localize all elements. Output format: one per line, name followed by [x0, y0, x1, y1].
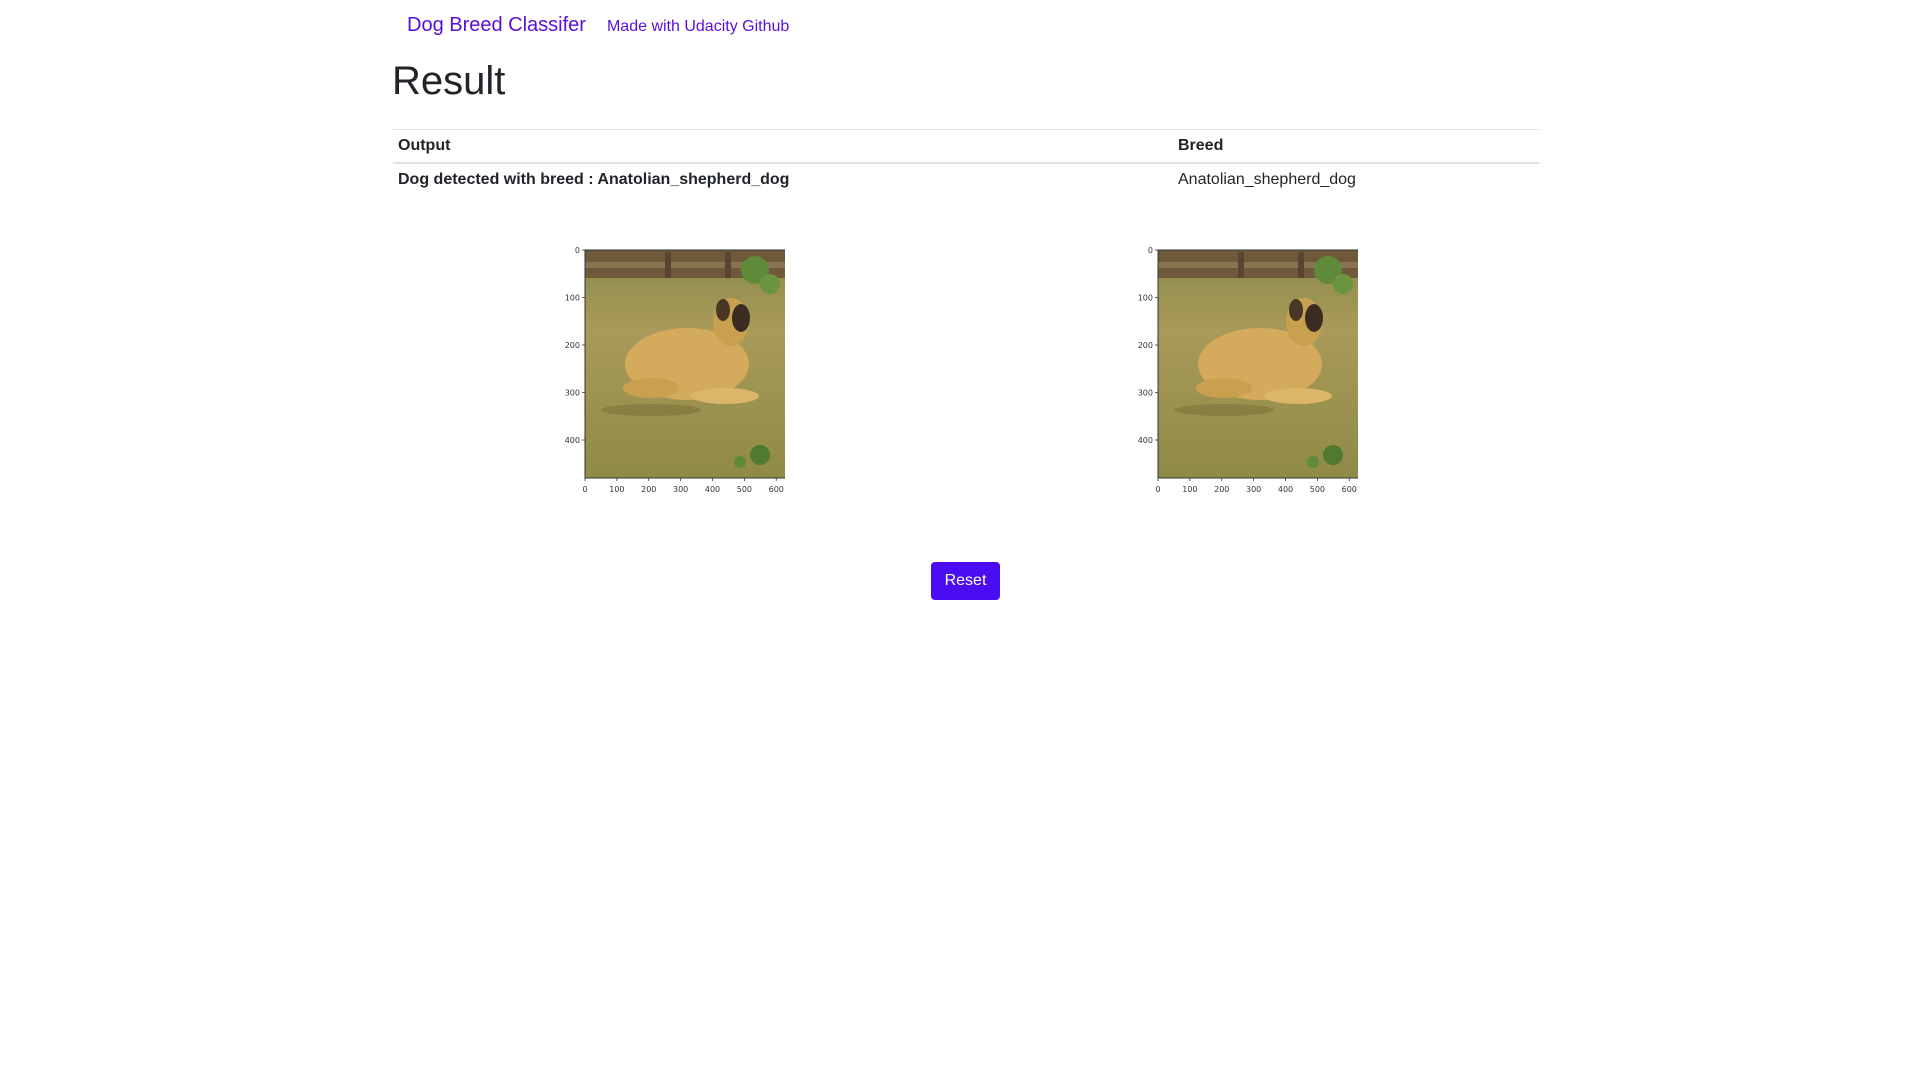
y-axis-ticks: 0 100 200 300 400 [1138, 246, 1158, 445]
x-tick-label: 200 [1214, 485, 1229, 494]
y-tick-label: 100 [565, 294, 580, 303]
prediction-image-plot: 0 100 200 300 400 0 100 200 300 400 500 600 [1138, 246, 1358, 494]
y-tick-label: 0 [1148, 246, 1153, 255]
header-output: Output [398, 136, 451, 154]
brand-link[interactable]: Dog Breed Classifer [407, 14, 586, 37]
x-tick-label: 100 [1182, 485, 1197, 494]
dog-photo [1158, 250, 1358, 478]
page-title: Result [392, 59, 506, 103]
top-navbar: Dog Breed Classifer Made with Udacity Gi… [407, 14, 789, 37]
x-tick-label: 0 [1155, 485, 1160, 494]
y-tick-label: 200 [565, 341, 580, 350]
table-header-row: Output Breed [393, 129, 1539, 163]
x-tick-label: 200 [641, 485, 656, 494]
x-tick-label: 300 [1246, 485, 1261, 494]
result-table: Output Breed Dog detected with breed : A… [393, 129, 1539, 196]
y-tick-label: 400 [565, 436, 580, 445]
x-axis-ticks: 0 100 200 300 400 500 600 [1155, 478, 1357, 494]
y-tick-label: 200 [1138, 341, 1153, 350]
y-tick-label: 0 [575, 246, 580, 255]
x-tick-label: 400 [705, 485, 720, 494]
github-link[interactable]: Made with Udacity Github [607, 18, 789, 36]
x-tick-label: 0 [582, 485, 587, 494]
x-tick-label: 500 [737, 485, 752, 494]
y-axis-ticks: 0 100 200 300 400 [565, 246, 585, 445]
x-axis-ticks: 0 100 200 300 400 500 600 [582, 478, 784, 494]
input-image-plot: 0 100 200 300 400 0 100 200 300 400 500 600 [565, 246, 785, 494]
y-tick-label: 300 [565, 389, 580, 398]
x-tick-label: 500 [1310, 485, 1325, 494]
dog-photo [585, 250, 785, 478]
reset-button[interactable]: Reset [931, 562, 1000, 600]
breed-cell: Anatolian_shepherd_dog [1178, 170, 1356, 188]
y-tick-label: 300 [1138, 389, 1153, 398]
x-tick-label: 600 [769, 485, 784, 494]
x-tick-label: 600 [1342, 485, 1357, 494]
x-tick-label: 100 [609, 485, 624, 494]
x-tick-label: 400 [1278, 485, 1293, 494]
output-cell: Dog detected with breed : Anatolian_shep… [398, 170, 790, 188]
x-tick-label: 300 [673, 485, 688, 494]
header-breed: Breed [1178, 136, 1224, 154]
y-tick-label: 100 [1138, 294, 1153, 303]
y-tick-label: 400 [1138, 436, 1153, 445]
table-row: Dog detected with breed : Anatolian_shep… [393, 163, 1539, 196]
